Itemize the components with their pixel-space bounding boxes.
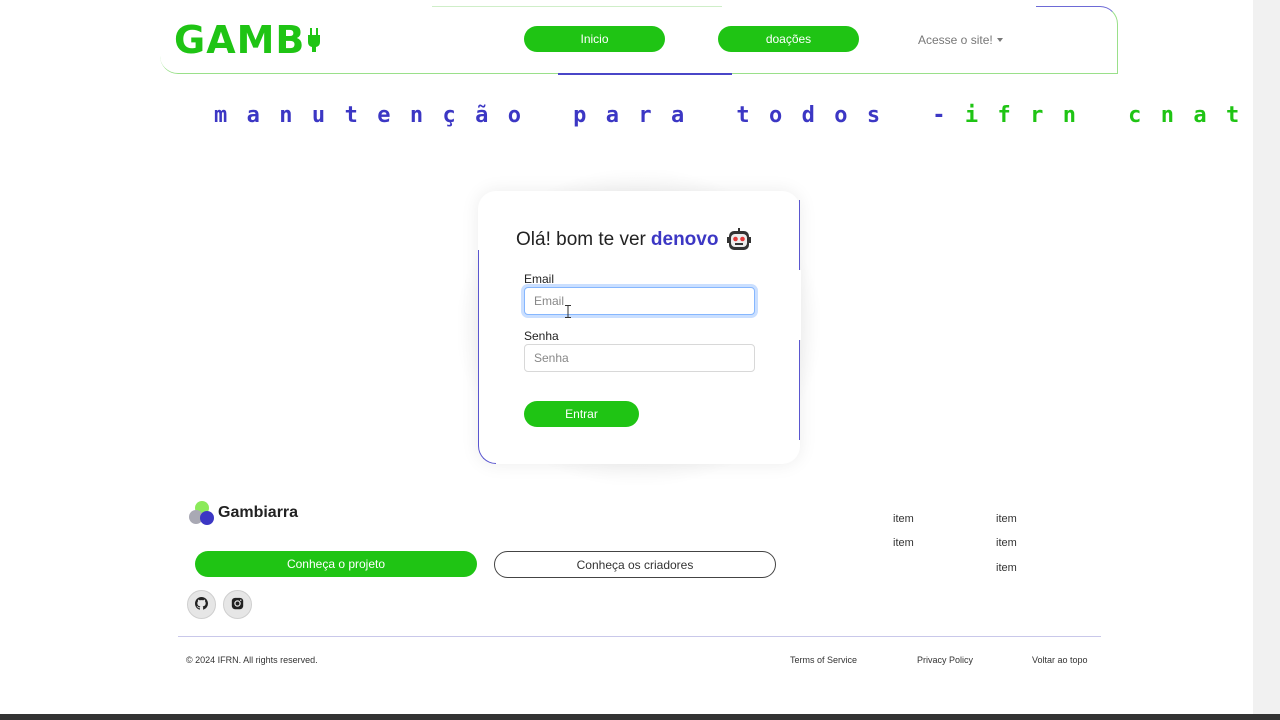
navbar-top-accent (432, 6, 722, 7)
site-logo[interactable]: GAMB (174, 18, 321, 62)
email-field[interactable]: Email (524, 287, 755, 315)
nav-doacoes-button[interactable]: doações (718, 26, 859, 52)
instagram-icon (231, 595, 244, 614)
page-margin-left (0, 0, 27, 720)
login-title-prefix: Olá! bom te ver (516, 229, 646, 250)
conheca-criadores-button[interactable]: Conheça os criadores (494, 551, 776, 578)
github-link[interactable] (187, 590, 216, 619)
navbar-underline-accent (558, 73, 732, 75)
footer-link-col2-1[interactable]: item (996, 513, 1017, 525)
footer-link-col1-2[interactable]: item (893, 537, 914, 549)
footer-brand[interactable]: Gambiarra (188, 500, 298, 526)
chevron-down-icon (996, 38, 1003, 42)
terms-link[interactable]: Terms of Service (790, 655, 857, 665)
github-icon (195, 595, 208, 614)
copyright-text: © 2024 IFRN. All rights reserved. (186, 655, 318, 665)
window-bottom-bar (0, 714, 1280, 720)
tagline-main: manutenção para todos - (214, 102, 965, 128)
instagram-link[interactable] (223, 590, 252, 619)
logo-wordmark: GAMB (174, 18, 306, 62)
tagline-banner: manutenção para todos - ifrn cnat (214, 100, 1239, 130)
footer-link-col2-2[interactable]: item (996, 537, 1017, 549)
login-title: Olá! bom te ver denovo (516, 227, 752, 253)
login-card-accent-gap (799, 270, 801, 340)
nav-inicio-button[interactable]: Inicio (524, 26, 665, 52)
senha-placeholder: Senha (534, 351, 569, 365)
tagline-campus: ifrn cnat (964, 102, 1259, 128)
footer-link-col2-3[interactable]: item (996, 562, 1017, 574)
senha-field[interactable]: Senha (524, 344, 755, 372)
text-cursor-icon (564, 303, 572, 318)
brand-logo-icon (188, 500, 214, 526)
footer-brand-name: Gambiarra (218, 504, 299, 521)
email-placeholder: Email (534, 294, 565, 308)
back-to-top-link[interactable]: Voltar ao topo (1032, 655, 1088, 665)
login-card-accent-left (478, 250, 496, 464)
footer-link-col1-1[interactable]: item (893, 513, 914, 525)
plug-icon (307, 25, 321, 55)
nav-dropdown-label: Acesse o site! (918, 33, 993, 47)
senha-label: Senha (524, 329, 559, 343)
email-label: Email (524, 272, 555, 286)
footer-divider (178, 636, 1101, 637)
conheca-projeto-button[interactable]: Conheça o projeto (195, 551, 477, 577)
privacy-link[interactable]: Privacy Policy (917, 655, 973, 665)
navbar-corner-accent (1036, 6, 1118, 74)
robot-icon (727, 228, 752, 252)
login-title-accent: denovo (650, 229, 719, 250)
nav-site-dropdown[interactable]: Acesse o site! (918, 32, 1003, 48)
entrar-button[interactable]: Entrar (524, 401, 639, 427)
